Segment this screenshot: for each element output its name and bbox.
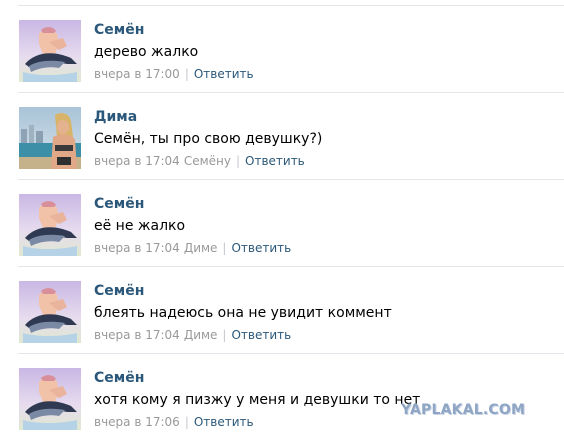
comment-author[interactable]: Семён xyxy=(94,370,144,386)
dolphin-rider-icon xyxy=(19,368,81,430)
comment-text: её не жалко xyxy=(94,218,186,234)
comment-text: блеять надеюсь она не увидит коммент xyxy=(94,305,392,321)
comment-text: хотя кому я пизжу у меня и девушки то не… xyxy=(94,392,421,408)
dolphin-rider-icon xyxy=(19,20,81,82)
separator: | xyxy=(184,415,189,429)
dolphin-rider-icon xyxy=(19,194,81,256)
reply-button[interactable]: Ответить xyxy=(245,154,305,168)
avatar[interactable] xyxy=(19,107,81,169)
separator: | xyxy=(222,241,227,255)
comment-meta: вчера в 17:00 | Ответить xyxy=(94,67,254,81)
comment-time[interactable]: вчера в 17:04 xyxy=(94,241,180,255)
reply-button[interactable]: Ответить xyxy=(231,241,291,255)
woman-beach-icon xyxy=(19,107,81,169)
comment-time[interactable]: вчера в 17:04 xyxy=(94,154,180,168)
comment-meta: вчера в 17:04 Диме | Ответить xyxy=(94,328,291,342)
reply-button[interactable]: Ответить xyxy=(194,415,254,429)
watermark: YAPLAKAL.COM xyxy=(401,402,526,418)
avatar[interactable] xyxy=(19,281,81,343)
comment-item: Семён дерево жалко вчера в 17:00 | Ответит… xyxy=(0,6,564,93)
comment-feed: Семён дерево жалко вчера в 17:00 | Ответит… xyxy=(0,0,564,442)
avatar[interactable] xyxy=(19,20,81,82)
dolphin-rider-icon xyxy=(19,281,81,343)
reply-to[interactable]: Семёну xyxy=(184,154,231,168)
comment-meta: вчера в 17:04 Диме | Ответить xyxy=(94,241,291,255)
avatar[interactable] xyxy=(19,368,81,430)
comment-time[interactable]: вчера в 17:04 xyxy=(94,328,180,342)
separator: | xyxy=(184,67,189,81)
comment-item: Дима Семён, ты про свою девушку?) вчера … xyxy=(0,93,564,180)
comment-meta: вчера в 17:06 | Ответить xyxy=(94,415,254,429)
reply-button[interactable]: Ответить xyxy=(231,328,291,342)
comment-author[interactable]: Семён xyxy=(94,196,144,212)
reply-to[interactable]: Диме xyxy=(184,241,218,255)
reply-to[interactable]: Диме xyxy=(184,328,218,342)
comment-author[interactable]: Семён xyxy=(94,283,144,299)
avatar[interactable] xyxy=(19,194,81,256)
comment-time[interactable]: вчера в 17:00 xyxy=(94,67,180,81)
comment-item: Семён блеять надеюсь она не увидит комме… xyxy=(0,267,564,354)
comment-text: дерево жалко xyxy=(94,44,199,60)
comment-meta: вчера в 17:04 Семёну | Ответить xyxy=(94,154,305,168)
comment-author[interactable]: Семён xyxy=(94,22,144,38)
separator: | xyxy=(222,328,227,342)
comment-item: Семён хотя кому я пизжу у меня и девушки… xyxy=(0,354,564,441)
comment-text: Семён, ты про свою девушку?) xyxy=(94,131,323,147)
comment-time[interactable]: вчера в 17:06 xyxy=(94,415,180,429)
reply-button[interactable]: Ответить xyxy=(194,67,254,81)
comment-item: Семён её не жалко вчера в 17:04 Диме | Отве… xyxy=(0,180,564,267)
separator: | xyxy=(235,154,241,168)
comment-author[interactable]: Дима xyxy=(94,109,137,125)
